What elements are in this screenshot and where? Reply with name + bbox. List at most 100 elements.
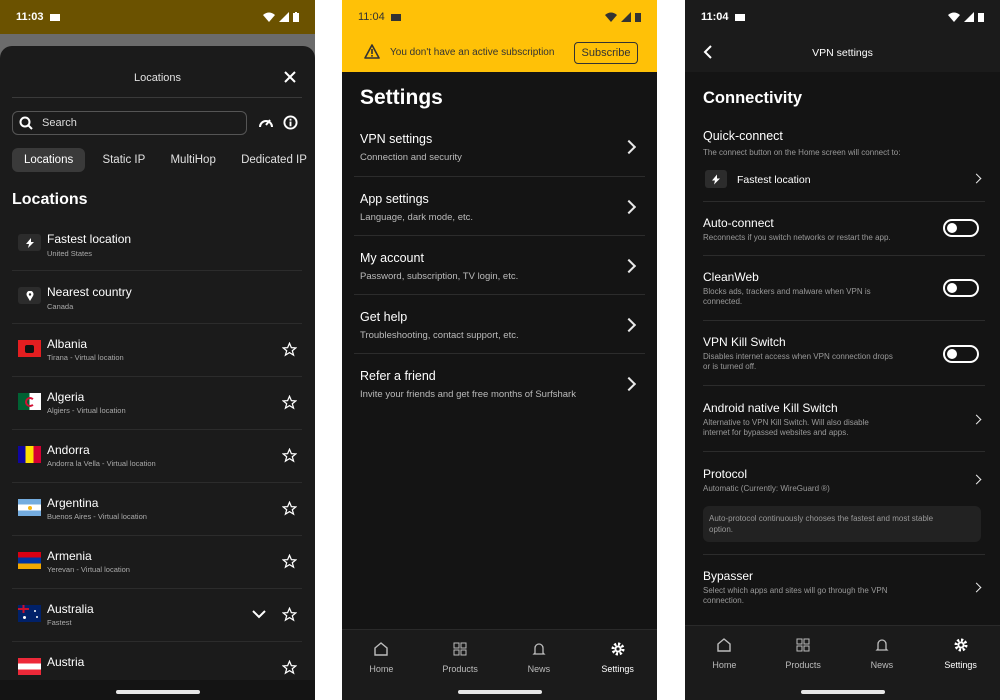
item-name: Fastest location <box>47 232 132 246</box>
row-desc-line2: internet for bypassed websites and apps. <box>703 428 849 437</box>
item-title: Refer a friend <box>360 369 436 383</box>
signal-icon <box>621 12 631 22</box>
row-desc-line1: Alternative to VPN Kill Switch. Will als… <box>703 418 869 427</box>
settings-item-vpn[interactable]: VPN settings Connection and security <box>354 118 645 177</box>
nav-products[interactable]: Products <box>764 626 843 700</box>
item-name: Armenia <box>47 549 92 563</box>
australia-flag <box>18 605 41 622</box>
star-icon[interactable] <box>282 448 297 463</box>
row-title: CleanWeb <box>703 270 759 284</box>
row-title: Bypasser <box>703 569 754 583</box>
gear-icon <box>611 642 625 656</box>
status-time: 11:04 <box>358 11 385 23</box>
divider <box>703 554 985 555</box>
settings-item-account[interactable]: My account Password, subscription, TV lo… <box>354 236 645 295</box>
list-item-algeria[interactable]: Algeria Algiers - Virtual location <box>12 383 302 430</box>
star-icon[interactable] <box>282 342 297 357</box>
signal-icon <box>279 12 289 22</box>
item-name: Nearest country <box>47 285 132 299</box>
list-item-argentina[interactable]: Argentina Buenos Aires - Virtual locatio… <box>12 489 302 536</box>
item-sub: United States <box>47 249 93 258</box>
star-icon[interactable] <box>282 607 297 622</box>
battery-icon <box>293 12 299 22</box>
item-sub: Yerevan - Virtual location <box>47 565 130 574</box>
star-icon[interactable] <box>282 501 297 516</box>
info-icon[interactable] <box>283 115 298 130</box>
algeria-flag <box>18 393 41 410</box>
chevron-right-icon <box>971 414 982 425</box>
row-desc-line2: or is turned off. <box>703 362 757 371</box>
nav-home[interactable]: Home <box>685 626 764 700</box>
star-icon[interactable] <box>282 554 297 569</box>
item-name: Andorra <box>47 443 90 457</box>
home-indicator <box>800 690 885 694</box>
nav-settings[interactable]: Settings <box>921 626 1000 700</box>
status-bar-content: 11:03 <box>0 0 315 34</box>
row-title: VPN Kill Switch <box>703 335 786 349</box>
native-kill-switch-row[interactable]: Android native Kill Switch Alternative t… <box>703 394 985 452</box>
row-title: Auto-connect <box>703 216 774 230</box>
list-item-australia[interactable]: Australia Fastest <box>12 595 302 642</box>
wifi-icon <box>948 12 960 22</box>
subscribe-button[interactable]: Subscribe <box>574 42 638 64</box>
settings-item-help[interactable]: Get help Troubleshooting, contact suppor… <box>354 295 645 354</box>
star-icon[interactable] <box>282 660 297 675</box>
grid-icon <box>796 638 810 652</box>
item-sub: Connection and security <box>360 152 462 163</box>
albania-flag <box>18 340 41 357</box>
speed-icon[interactable] <box>258 115 274 131</box>
auto-connect-toggle[interactable] <box>943 219 979 237</box>
list-item-nearest[interactable]: Nearest country Canada <box>12 277 302 324</box>
tab-dedicated-ip[interactable]: Dedicated IP <box>231 148 315 172</box>
item-sub: Troubleshooting, contact support, etc. <box>360 330 519 341</box>
kill-switch-row[interactable]: VPN Kill Switch Disables internet access… <box>703 328 985 386</box>
item-title: Get help <box>360 310 408 324</box>
auto-connect-row[interactable]: Auto-connect Reconnects if you switch ne… <box>703 209 985 256</box>
list-item-albania[interactable]: Albania Tirana - Virtual location <box>12 330 302 377</box>
status-bar: 11:04 <box>342 0 657 34</box>
protocol-row[interactable]: Protocol Automatic (Currently: WireGuard… <box>703 460 985 500</box>
item-name: Argentina <box>47 496 99 510</box>
quick-connect-selector[interactable]: Fastest location <box>703 168 985 192</box>
section-heading: Locations <box>12 191 88 208</box>
nav-label: Settings <box>601 664 634 674</box>
item-title: App settings <box>360 192 429 206</box>
divider <box>703 201 985 202</box>
nav-home[interactable]: Home <box>342 630 421 700</box>
quick-connect-desc: The connect button on the Home screen wi… <box>703 148 901 157</box>
close-icon[interactable] <box>284 71 296 83</box>
settings-item-refer[interactable]: Refer a friend Invite your friends and g… <box>354 354 645 412</box>
item-name: Austria <box>47 655 85 669</box>
list-item-fastest[interactable]: Fastest location United States <box>12 224 302 271</box>
tab-multihop[interactable]: MultiHop <box>160 148 225 172</box>
nav-news[interactable]: News <box>843 626 922 700</box>
tab-locations[interactable]: Locations <box>12 148 86 172</box>
sheet-title: Locations <box>133 72 182 84</box>
nav-label: Products <box>785 660 821 670</box>
list-item-armenia[interactable]: Armenia Yerevan - Virtual location <box>12 542 302 589</box>
kill-switch-toggle[interactable] <box>943 345 979 363</box>
chevron-right-icon <box>621 317 637 333</box>
subscription-banner: You don't have an active subscription Su… <box>342 38 657 68</box>
settings-item-app[interactable]: App settings Language, dark mode, etc. <box>354 177 645 236</box>
bypasser-row[interactable]: Bypasser Select which apps and sites wil… <box>703 562 985 619</box>
search-input[interactable]: Search <box>12 111 247 135</box>
locations-screen: 11:03 Locations Search Locations Static … <box>0 0 315 700</box>
wifi-icon <box>263 12 275 22</box>
locations-sheet: Locations Search Locations Static IP Mul… <box>0 46 315 700</box>
nav-settings[interactable]: Settings <box>578 630 657 700</box>
nav-label: Home <box>712 660 737 670</box>
item-name: Australia <box>47 602 94 616</box>
chevron-right-icon <box>621 376 637 392</box>
list-item-andorra[interactable]: Andorra Andorra la Vella - Virtual locat… <box>12 436 302 483</box>
item-title: My account <box>360 251 424 265</box>
item-name: Albania <box>47 337 88 351</box>
vpn-settings-screen: 11:04 VPN settings Connectivity Quick-co… <box>685 0 1000 700</box>
cleanweb-row[interactable]: CleanWeb Blocks ads, trackers and malwar… <box>703 263 985 321</box>
tab-static-ip[interactable]: Static IP <box>92 148 155 172</box>
star-icon[interactable] <box>282 395 297 410</box>
chevron-down-icon[interactable] <box>252 609 266 619</box>
status-time: 11:03 <box>16 11 44 23</box>
battery-icon <box>635 13 641 22</box>
cleanweb-toggle[interactable] <box>943 279 979 297</box>
